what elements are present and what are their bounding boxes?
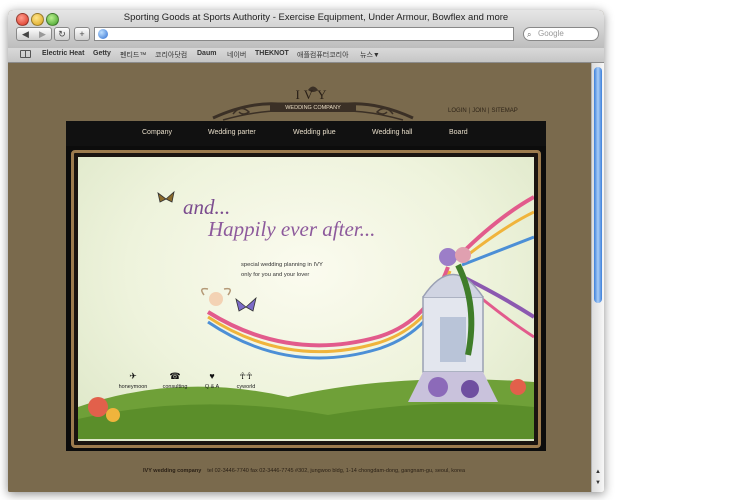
couple-icon: ☥☥ (239, 371, 253, 381)
search-placeholder: Google (538, 29, 564, 38)
login-link[interactable]: LOGIN (448, 108, 467, 114)
scroll-down-arrow[interactable]: ▼ (594, 479, 602, 488)
quick-link-label: consulting (162, 384, 188, 390)
quick-link-honeymoon[interactable]: ✈ honeymoon (113, 371, 153, 390)
quick-link-cyworld[interactable]: ☥☥ cyworld (226, 371, 266, 390)
footer-contact-info: tel 02-3446-7740 fax 02-3446-7745 #302, … (207, 468, 466, 474)
title-bar: Sporting Goods at Sports Authority - Exe… (8, 10, 604, 49)
search-icon: ⌕ (527, 30, 532, 39)
scroll-thumb[interactable] (594, 67, 602, 303)
reload-button[interactable]: ↻ (54, 27, 70, 41)
add-bookmark-button[interactable]: + (74, 27, 90, 41)
bookmark-item[interactable]: Getty (93, 50, 111, 57)
browser-window: Sporting Goods at Sports Authority - Exe… (8, 10, 604, 492)
bookmark-item[interactable]: THEKNOT (255, 50, 289, 57)
nav-wedding-hall[interactable]: Wedding hall (372, 129, 412, 136)
bookmark-item[interactable]: Electric Heat (42, 50, 84, 57)
tagline-2: Happily ever after... (208, 217, 376, 241)
sitemap-link[interactable]: SITEMAP (491, 108, 517, 114)
phone-icon: ☎ (169, 371, 181, 381)
quick-link-label: cyworld (236, 384, 256, 390)
bookmark-item[interactable]: 코리아닷컴 (155, 50, 187, 60)
footer-company-name: IVY wedding company (143, 468, 202, 474)
illustration-art (78, 190, 534, 439)
nav-wedding-plue[interactable]: Wedding plue (293, 129, 336, 136)
scroll-up-arrow[interactable]: ▲ (594, 468, 602, 477)
nav-wedding-parter[interactable]: Wedding parter (208, 129, 256, 136)
site-logo[interactable]: IVY WEDDING COMPANY (208, 84, 418, 124)
nav-board[interactable]: Board (449, 129, 468, 136)
close-window-button[interactable] (16, 13, 29, 26)
quick-link-label: Q & A (204, 384, 220, 390)
address-bar[interactable] (94, 27, 514, 41)
bookmark-item[interactable]: 펜티드™ (120, 50, 146, 60)
brand-subtitle: WEDDING COMPANY (270, 104, 356, 112)
ornate-frame: and... Happily ever after... special wed… (71, 150, 541, 448)
main-nav: Company Wedding parter Wedding plue Wedd… (66, 121, 546, 146)
hero-stage: and... Happily ever after... special wed… (66, 146, 546, 451)
site-footer: IVY wedding company tel 02-3446-7740 fax … (143, 468, 465, 474)
join-link[interactable]: JOIN (472, 108, 486, 114)
back-button[interactable]: ◀ (17, 29, 34, 40)
bookmarks-bar: Electric Heat Getty 펜티드™ 코리아닷컴 Daum 네이버 … (8, 48, 604, 63)
site-icon (98, 29, 108, 39)
brand-name: IVY (295, 87, 331, 102)
zoom-window-button[interactable] (46, 13, 59, 26)
bookmark-item[interactable]: Daum (197, 50, 216, 57)
vertical-scrollbar[interactable]: ▲ ▼ (591, 63, 604, 492)
bookmark-item[interactable]: 애플컴퓨터코리아 (297, 50, 349, 60)
page-content: IVY WEDDING COMPANY LOGIN | JOIN | SITEMAP C… (8, 63, 591, 492)
top-links: LOGIN | JOIN | SITEMAP (448, 108, 518, 114)
description-line-2: only for you and your lover (241, 272, 310, 278)
quick-link-consulting[interactable]: ☎ consulting (155, 371, 195, 390)
back-forward-control: ◀ ▶ (16, 27, 52, 41)
forward-button[interactable]: ▶ (34, 29, 51, 40)
description-line-1: special wedding planning in IVY (241, 262, 323, 268)
bookmark-item[interactable]: 뉴스▼ (360, 50, 380, 60)
bookmark-item[interactable]: 네이버 (227, 50, 246, 60)
minimize-window-button[interactable] (31, 13, 44, 26)
hero-illustration: and... Happily ever after... special wed… (78, 157, 534, 441)
quick-link-label: honeymoon (118, 384, 148, 390)
bookmarks-book-icon[interactable] (20, 50, 31, 58)
nav-company[interactable]: Company (142, 129, 172, 136)
search-field[interactable]: ⌕ Google (523, 27, 599, 41)
airplane-icon: ✈ (129, 371, 137, 381)
window-title: Sporting Goods at Sports Authority - Exe… (123, 12, 509, 23)
